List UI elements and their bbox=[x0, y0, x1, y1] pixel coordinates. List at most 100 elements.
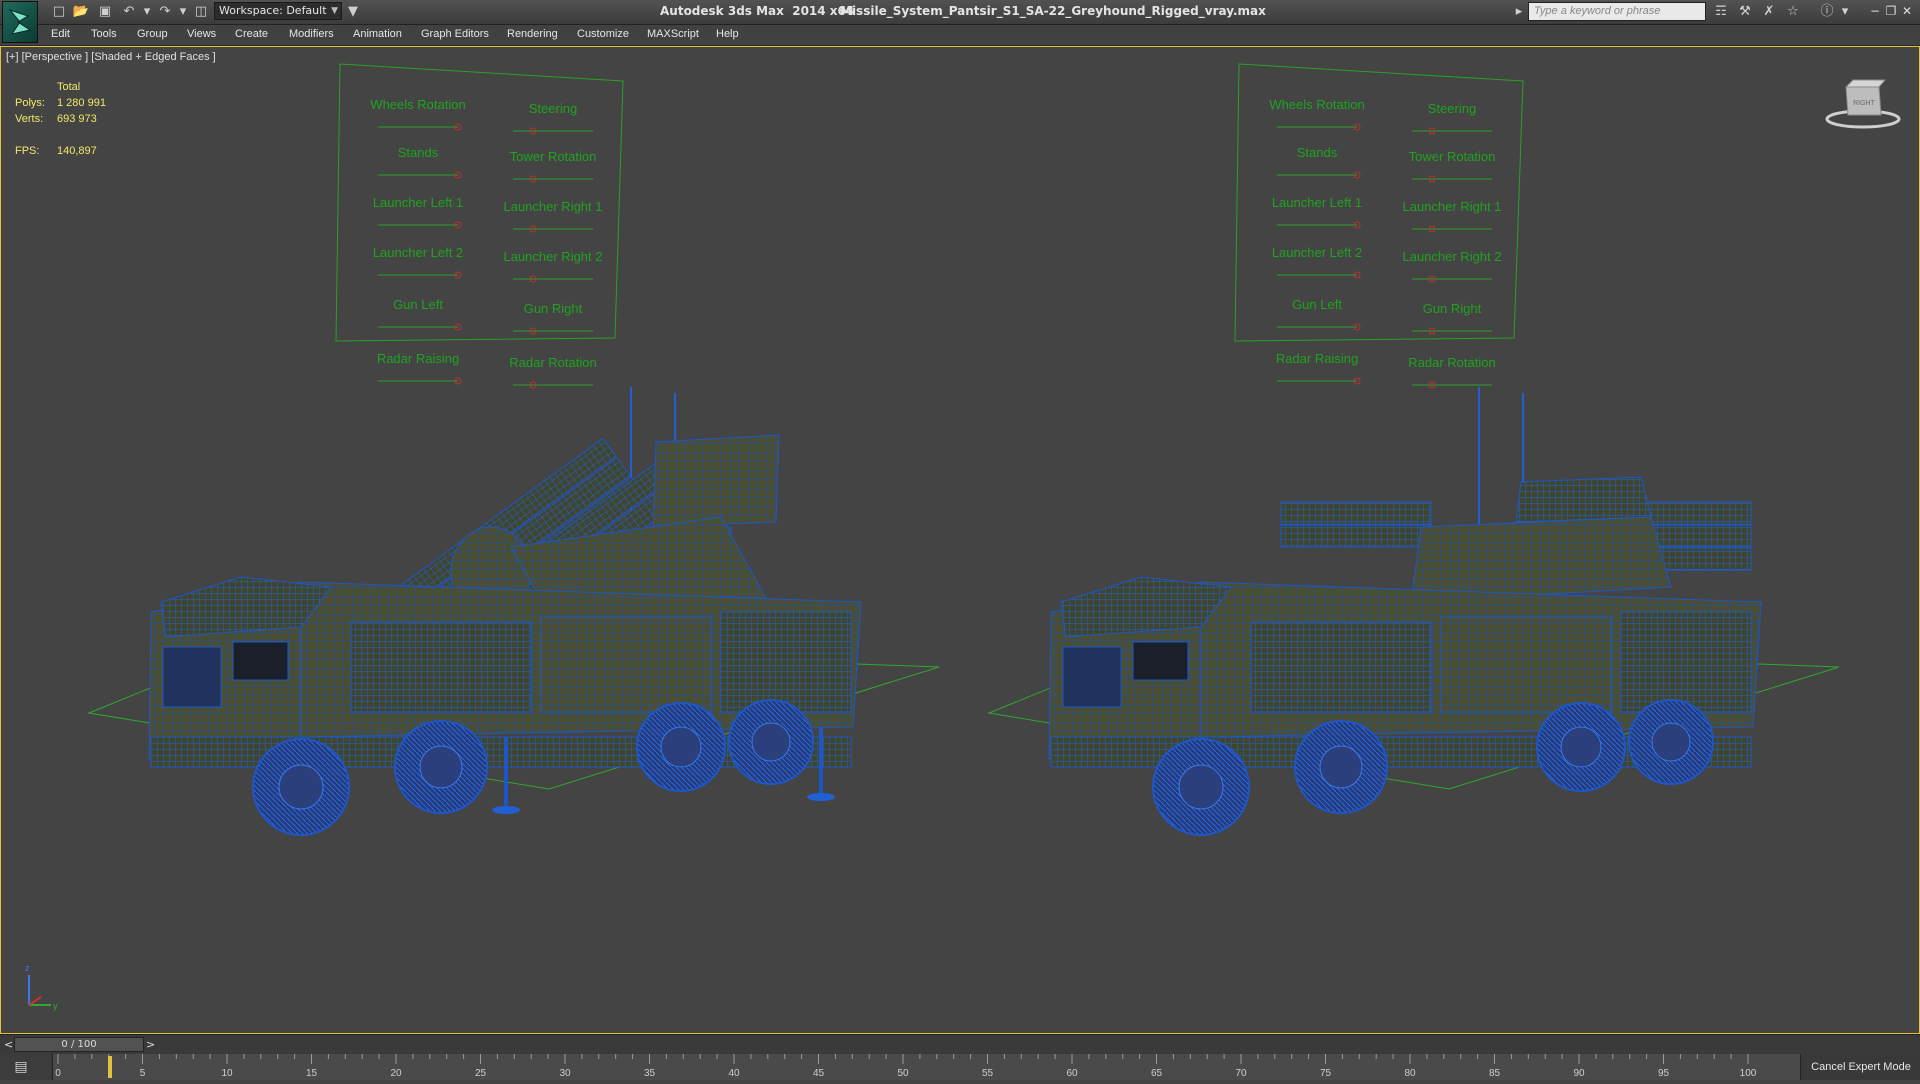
truck-model-left[interactable] bbox=[148, 387, 862, 836]
mini-curve-editor-icon[interactable]: ▤ bbox=[10, 1058, 32, 1076]
timeline-tick-label: 60 bbox=[1066, 1068, 1078, 1079]
rig-label-tower-rotation-right: Tower Rotation bbox=[1409, 149, 1496, 164]
expand-arrow-icon[interactable]: ▸ bbox=[1510, 3, 1528, 21]
timeline-tick-label: 45 bbox=[813, 1068, 825, 1079]
timeline-track[interactable]: 0 5 10 15 20 25 30 35 40 45 50 55 60 65 70 75 80 85 90 95 10… bbox=[52, 1054, 1803, 1080]
app-title: Autodesk 3ds Max 2014 x64 bbox=[660, 4, 855, 18]
axis-z-label: z bbox=[25, 963, 30, 973]
menu-group[interactable]: Group bbox=[137, 28, 168, 40]
rig-label-launcher-left-2-left: Launcher Left 2 bbox=[373, 245, 463, 260]
redo-icon[interactable]: ↷ bbox=[156, 3, 174, 21]
timeline-tick-label: 40 bbox=[728, 1068, 740, 1079]
rig-label-steering-right: Steering bbox=[1428, 101, 1476, 116]
stats-header: Total bbox=[57, 81, 81, 93]
quick-access-dropdown-icon[interactable]: ▼ bbox=[344, 3, 362, 21]
stats-fps-label: FPS: bbox=[15, 145, 40, 157]
rig-label-gun-right-right: Gun Right bbox=[1423, 301, 1482, 316]
rig-label-launcher-right-1-right: Launcher Right 1 bbox=[1402, 199, 1501, 214]
menu-edit[interactable]: Edit bbox=[51, 28, 70, 40]
menu-create[interactable]: Create bbox=[235, 28, 268, 40]
minimize-icon[interactable]: − bbox=[1868, 3, 1882, 19]
binoculars-icon[interactable]: ☶ bbox=[1712, 3, 1730, 21]
time-slider[interactable]: 0 / 100 bbox=[14, 1037, 144, 1052]
viewport-label[interactable]: [+] [Perspective ] [Shaded + Edged Faces… bbox=[6, 51, 216, 63]
rig-control-labels: Wheels Rotation Steering Stands Tower Rotat… bbox=[370, 97, 1502, 389]
save-file-icon[interactable]: ▣ bbox=[96, 3, 114, 21]
rig-label-gun-right-left: Gun Right bbox=[524, 301, 583, 316]
title-bar: □ 📂 ▣ ↶ ▾ ↷ ▾ ◫ Workspace: Default ▼ ▼ A… bbox=[0, 0, 1920, 43]
rig-label-radar-rotation-right: Radar Rotation bbox=[1408, 355, 1495, 370]
rig-label-radar-rotation-left: Radar Rotation bbox=[509, 355, 596, 370]
menu-tools[interactable]: Tools bbox=[91, 28, 117, 40]
rig-label-radar-raising-right: Radar Raising bbox=[1276, 351, 1358, 366]
communication-icon[interactable]: ✗ bbox=[1760, 3, 1778, 21]
menu-customize[interactable]: Customize bbox=[577, 28, 629, 40]
menu-animation[interactable]: Animation bbox=[353, 28, 402, 40]
time-slider-next[interactable]: > bbox=[146, 1038, 155, 1051]
project-folder-icon[interactable]: ◫ bbox=[192, 3, 210, 21]
rig-label-gun-left-right: Gun Left bbox=[1292, 297, 1342, 312]
timeline-tick-label: 100 bbox=[1740, 1068, 1757, 1079]
stats-polys-label: Polys: bbox=[15, 97, 45, 109]
cancel-expert-mode-button[interactable]: Cancel Expert Mode bbox=[1800, 1054, 1920, 1080]
rig-label-launcher-right-2-left: Launcher Right 2 bbox=[503, 249, 602, 264]
perspective-viewport[interactable]: Wheels Rotation Steering Stands Tower Rotat… bbox=[0, 46, 1920, 1034]
time-slider-bar: < 0 / 100 > bbox=[0, 1034, 1920, 1055]
undo-dropdown-icon[interactable]: ▾ bbox=[138, 3, 156, 21]
menu-help[interactable]: Help bbox=[716, 28, 739, 40]
help-icon[interactable]: ⓘ bbox=[1818, 3, 1836, 21]
rig-label-launcher-left-2-right: Launcher Left 2 bbox=[1272, 245, 1362, 260]
timeline-tick-label: 75 bbox=[1320, 1068, 1332, 1079]
stats-polys-value: 1 280 991 bbox=[57, 97, 106, 109]
stats-fps-value: 140,897 bbox=[57, 145, 97, 157]
rig-label-launcher-left-1-left: Launcher Left 1 bbox=[373, 195, 463, 210]
menu-modifiers[interactable]: Modifiers bbox=[289, 28, 334, 40]
rig-label-tower-rotation-left: Tower Rotation bbox=[510, 149, 597, 164]
file-name: Missile_System_Pantsir_S1_SA-22_Greyhoun… bbox=[840, 4, 1266, 18]
timeline-tick-label: 50 bbox=[897, 1068, 909, 1079]
new-file-icon[interactable]: □ bbox=[50, 3, 68, 21]
menu-graph-editors[interactable]: Graph Editors bbox=[421, 28, 489, 40]
help-dropdown-icon[interactable]: ▾ bbox=[1836, 3, 1854, 21]
open-file-icon[interactable]: 📂 bbox=[72, 3, 90, 21]
timeline-tick-label: 0 bbox=[55, 1068, 61, 1079]
viewcube[interactable]: RIGHT bbox=[1825, 79, 1901, 129]
close-icon[interactable]: ✕ bbox=[1900, 3, 1914, 19]
truck-model-right[interactable] bbox=[1048, 387, 1762, 836]
rig-label-launcher-left-1-right: Launcher Left 1 bbox=[1272, 195, 1362, 210]
timeline-tick-label: 25 bbox=[475, 1068, 487, 1079]
timeline-tick-label: 10 bbox=[221, 1068, 233, 1079]
timeline-tick-label: 55 bbox=[982, 1068, 994, 1079]
viewcube-face-label: RIGHT bbox=[1853, 100, 1876, 107]
workspace-label: Workspace: Default bbox=[219, 4, 327, 17]
track-bar: ▤ 0 5 10 15 20 25 30 35 40 45 50 55 60 65 70 75 80 85 90 95… bbox=[0, 1054, 1920, 1080]
timeline-ticks: 0 5 10 15 20 25 30 35 40 45 50 55 60 65 70 75 80 85 90 95 10… bbox=[55, 1054, 1757, 1079]
app-menu-button[interactable] bbox=[2, 1, 38, 43]
axis-tripod: z y bbox=[25, 963, 58, 1011]
rig-label-wheels-rotation-right: Wheels Rotation bbox=[1269, 97, 1364, 112]
redo-dropdown-icon[interactable]: ▾ bbox=[174, 3, 192, 21]
time-slider-prev[interactable]: < bbox=[4, 1038, 13, 1051]
rig-label-launcher-right-1-left: Launcher Right 1 bbox=[503, 199, 602, 214]
rig-label-radar-raising-left: Radar Raising bbox=[377, 351, 459, 366]
menu-rendering[interactable]: Rendering bbox=[507, 28, 558, 40]
favorites-star-icon[interactable]: ☆ bbox=[1784, 3, 1802, 21]
app-logo-icon bbox=[8, 8, 32, 35]
current-frame-marker[interactable] bbox=[108, 1056, 112, 1078]
timeline-tick-label: 30 bbox=[559, 1068, 571, 1079]
workspace-dropdown[interactable]: Workspace: Default ▼ bbox=[214, 2, 342, 20]
rig-label-stands-left: Stands bbox=[398, 145, 439, 160]
chevron-down-icon: ▼ bbox=[331, 6, 338, 16]
stats-verts-label: Verts: bbox=[15, 113, 44, 125]
viewport-scene[interactable]: Wheels Rotation Steering Stands Tower Rotat… bbox=[1, 47, 1919, 1033]
tools-icon[interactable]: ⚒ bbox=[1736, 3, 1754, 21]
menu-views[interactable]: Views bbox=[187, 28, 216, 40]
menu-bar: Edit Tools Group Views Create Modifiers … bbox=[0, 25, 1920, 46]
stats-verts-value: 693 973 bbox=[57, 113, 97, 125]
search-input[interactable]: Type a keyword or phrase bbox=[1528, 2, 1706, 21]
undo-icon[interactable]: ↶ bbox=[120, 3, 138, 21]
timeline-tick-label: 20 bbox=[390, 1068, 402, 1079]
timeline-tick-label: 15 bbox=[306, 1068, 318, 1079]
restore-icon[interactable]: ❐ bbox=[1884, 3, 1898, 19]
menu-maxscript[interactable]: MAXScript bbox=[647, 28, 699, 40]
